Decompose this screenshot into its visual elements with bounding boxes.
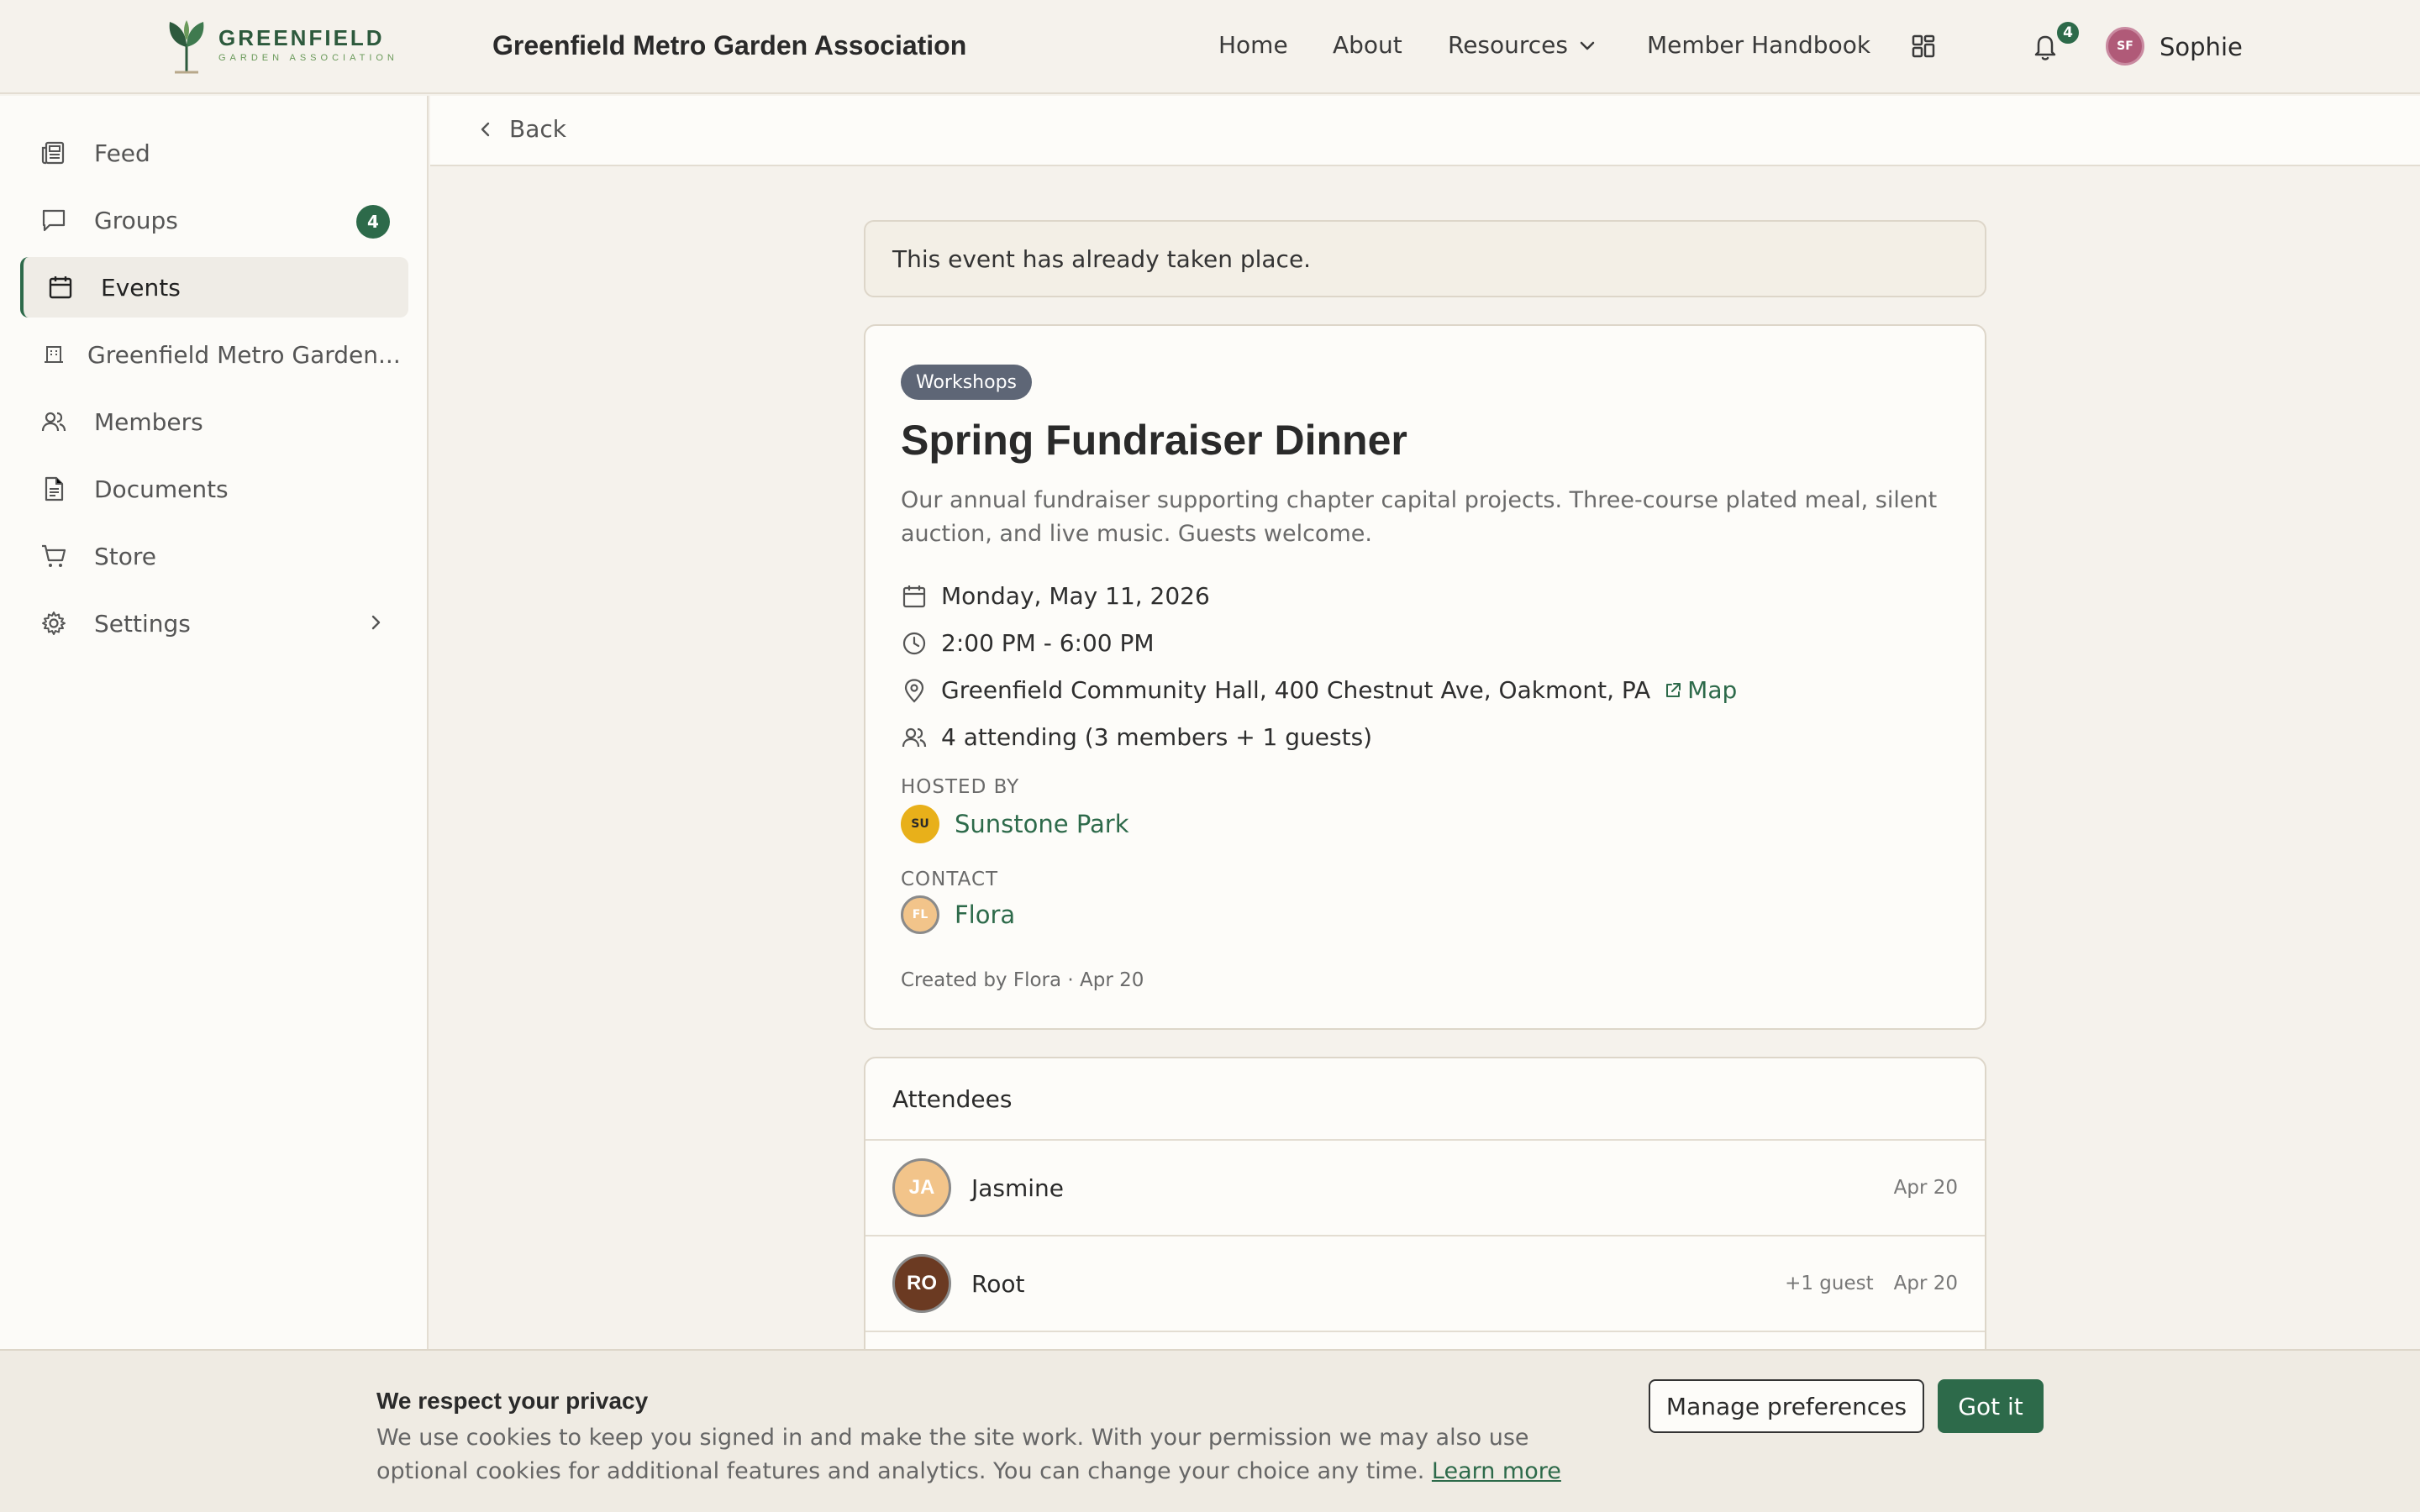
category-tag[interactable]: Workshops xyxy=(901,365,1033,400)
sidebar-item-events[interactable]: Events xyxy=(20,257,408,318)
logo-name: GREENFIELD xyxy=(218,25,385,50)
event-description: Our annual fundraiser supporting chapter… xyxy=(901,487,1938,547)
event-location-text: Greenfield Community Hall, 400 Chestnut … xyxy=(941,676,1651,704)
sidebar-item-label: Feed xyxy=(94,139,150,167)
host-avatar: SU xyxy=(901,805,939,843)
groups-count-badge: 4 xyxy=(356,205,390,239)
sidebar-item-groups[interactable]: Groups 4 xyxy=(20,190,408,250)
sidebar-item-documents[interactable]: Documents xyxy=(20,459,408,519)
cookie-banner: We respect your privacy We use cookies t… xyxy=(0,1349,2420,1512)
sidebar-item-store[interactable]: Store xyxy=(20,526,408,586)
chevron-down-icon xyxy=(1580,41,1595,50)
chevron-left-icon xyxy=(481,122,490,137)
nav-home[interactable]: Home xyxy=(1218,29,1288,62)
chat-icon xyxy=(39,205,69,235)
sidebar-item-label: Groups xyxy=(94,206,178,234)
sidebar-item-settings[interactable]: Settings xyxy=(20,593,408,654)
event-date-text: Monday, May 11, 2026 xyxy=(941,582,1210,610)
sidebar-item-label: Members xyxy=(94,407,203,436)
event-attendance-text: 4 attending (3 members + 1 guests) xyxy=(941,723,1373,751)
map-link-label: Map xyxy=(1687,676,1738,704)
event-date: Monday, May 11, 2026 xyxy=(901,580,1210,613)
event-time: 2:00 PM - 6:00 PM xyxy=(901,627,1155,660)
sidebar-item-members[interactable]: Members xyxy=(20,391,408,452)
org-title: Greenfield Metro Garden Association xyxy=(492,30,967,60)
clock-icon xyxy=(901,630,928,657)
event-card: Workshops Spring Fundraiser Dinner Our a… xyxy=(864,324,1986,1030)
event-time-text: 2:00 PM - 6:00 PM xyxy=(941,629,1155,657)
avatar: JA xyxy=(892,1158,951,1217)
nav-resources[interactable]: Resources xyxy=(1448,29,1597,62)
sidebar-item-label: Store xyxy=(94,542,157,570)
manage-preferences-button[interactable]: Manage preferences xyxy=(1649,1379,1924,1433)
sidebar-item-label: Documents xyxy=(94,475,229,503)
list-item[interactable]: JA Jasmine Apr 20 xyxy=(865,1141,1985,1236)
past-event-notice: This event has already taken place. xyxy=(864,220,1986,297)
list-item[interactable]: RO Root +1 guest Apr 20 xyxy=(865,1236,1985,1332)
sidebar: Feed Groups 4 Events Greenfield Metro Ga… xyxy=(0,96,429,1512)
sidebar-item-organization[interactable]: Greenfield Metro Garden... xyxy=(20,324,408,385)
user-avatar[interactable]: SF xyxy=(2106,27,2144,66)
logo-subtitle: GARDEN ASSOCIATION xyxy=(218,53,398,63)
nav-resources-label: Resources xyxy=(1448,31,1568,59)
nav-about[interactable]: About xyxy=(1333,29,1402,62)
contact-avatar: FL xyxy=(901,895,939,934)
calendar-icon xyxy=(901,583,928,610)
document-icon xyxy=(39,474,69,504)
apps-grid-icon[interactable] xyxy=(1911,34,1936,59)
created-by: Created by Flora · Apr 20 xyxy=(901,969,1144,991)
hosted-by-label: HOSTED BY xyxy=(901,776,1020,798)
attendee-date: Apr 20 xyxy=(1893,1177,1958,1199)
cookie-message: We use cookies to keep you signed in and… xyxy=(376,1425,1529,1484)
cookie-text: We use cookies to keep you signed in and… xyxy=(376,1421,1586,1488)
attendee-date: Apr 20 xyxy=(1893,1273,1958,1294)
feed-icon xyxy=(39,138,69,168)
attendee-guests: +1 guest xyxy=(1785,1273,1874,1294)
top-header: GREENFIELD GARDEN ASSOCIATION Greenfield… xyxy=(0,0,2420,94)
map-link[interactable]: Map xyxy=(1664,674,1737,707)
chevron-right-icon xyxy=(371,615,381,630)
nav-member-handbook[interactable]: Member Handbook xyxy=(1647,29,1870,62)
calendar-icon xyxy=(45,272,76,302)
building-icon xyxy=(39,339,69,370)
host-name: Sunstone Park xyxy=(955,810,1129,838)
host[interactable]: SU Sunstone Park xyxy=(901,805,1129,843)
users-icon xyxy=(39,407,69,437)
external-link-icon xyxy=(1666,683,1681,697)
sprout-logo-icon xyxy=(169,20,204,74)
got-it-button[interactable]: Got it xyxy=(1938,1379,2044,1433)
back-bar: Back xyxy=(430,96,2420,166)
notification-badge: 4 xyxy=(2055,20,2081,45)
event-title: Spring Fundraiser Dinner xyxy=(901,417,1407,464)
contact[interactable]: FL Flora xyxy=(901,895,1015,934)
users-icon xyxy=(901,724,928,751)
sidebar-item-label: Events xyxy=(101,273,181,302)
sidebar-item-label: Greenfield Metro Garden... xyxy=(87,340,401,369)
map-pin-icon xyxy=(901,677,928,704)
attendee-name: Jasmine xyxy=(971,1173,1065,1202)
event-attendance: 4 attending (3 members + 1 guests) xyxy=(901,721,1372,754)
logo[interactable]: GREENFIELD GARDEN ASSOCIATION xyxy=(165,18,400,74)
contact-label: CONTACT xyxy=(901,869,999,890)
user-name[interactable]: Sophie xyxy=(2160,30,2243,64)
back-button[interactable]: Back xyxy=(477,113,566,146)
cookie-title: We respect your privacy xyxy=(376,1388,649,1414)
contact-name: Flora xyxy=(955,900,1016,929)
cart-icon xyxy=(39,541,69,571)
sidebar-item-feed[interactable]: Feed xyxy=(20,123,408,183)
bell-icon[interactable] xyxy=(2032,32,2059,62)
sidebar-item-label: Settings xyxy=(94,609,191,638)
learn-more-link[interactable]: Learn more xyxy=(1432,1458,1561,1484)
back-label: Back xyxy=(509,115,566,143)
event-location: Greenfield Community Hall, 400 Chestnut … xyxy=(901,674,1737,707)
avatar: RO xyxy=(892,1254,951,1313)
attendees-title: Attendees xyxy=(865,1058,1985,1141)
gear-icon xyxy=(39,608,69,638)
attendee-name: Root xyxy=(971,1269,1025,1298)
